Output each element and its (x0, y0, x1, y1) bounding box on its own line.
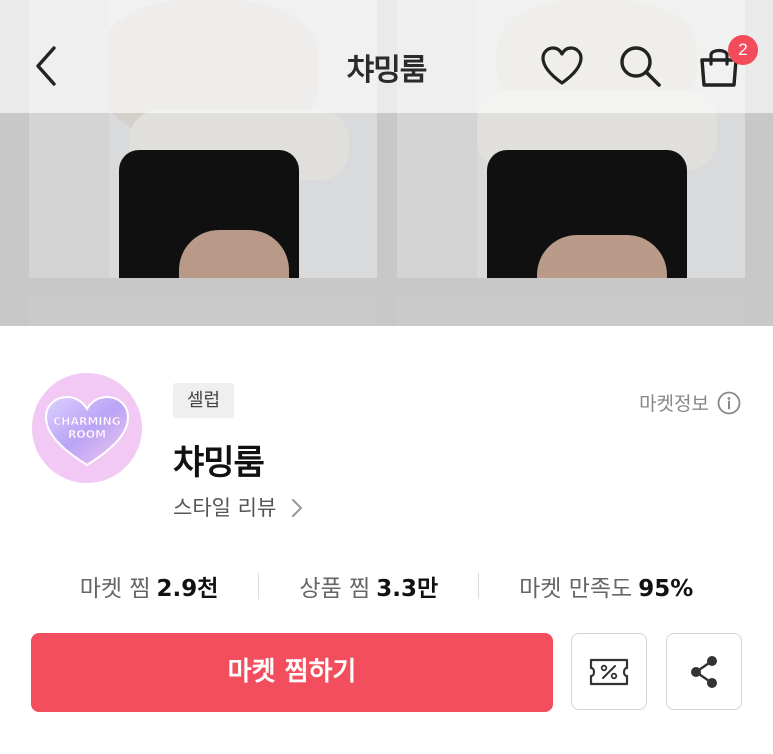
stat-product-likes: 상품 찜 3.3만 (299, 576, 439, 602)
share-button[interactable] (666, 633, 742, 710)
logo-text: ROOM (68, 428, 106, 441)
heart-icon[interactable] (540, 45, 584, 87)
search-icon[interactable] (618, 44, 662, 88)
coupon-icon (589, 658, 629, 685)
logo-text: CHARMING (53, 415, 121, 428)
market-info-button[interactable]: 마켓정보 (639, 389, 741, 416)
share-icon (691, 655, 717, 688)
market-name: 챠밍룸 (173, 443, 265, 483)
chevron-right-icon (291, 499, 302, 517)
market-logo[interactable]: CHARMING ROOM (32, 373, 142, 483)
coupon-button[interactable] (571, 633, 647, 710)
market-category-tag: 셀럽 (173, 383, 235, 418)
info-icon (717, 391, 741, 414)
stat-market-likes: 마켓 찜 2.9천 (79, 576, 219, 602)
market-like-button[interactable]: 마켓 찜하기 (31, 633, 553, 712)
style-review-link[interactable]: 스타일 리뷰 (173, 492, 303, 522)
market-info-label: 마켓정보 (639, 393, 709, 415)
market-stats: 마켓 찜 2.9천 상품 찜 3.3만 마켓 만족도 95% (0, 566, 773, 606)
top-navigation-bar: 챠밍룸 2 (0, 0, 773, 113)
style-review-label: 스타일 리뷰 (173, 496, 277, 520)
cart-count-badge: 2 (728, 35, 758, 65)
stat-satisfaction: 마켓 만족도 95% (519, 576, 694, 602)
